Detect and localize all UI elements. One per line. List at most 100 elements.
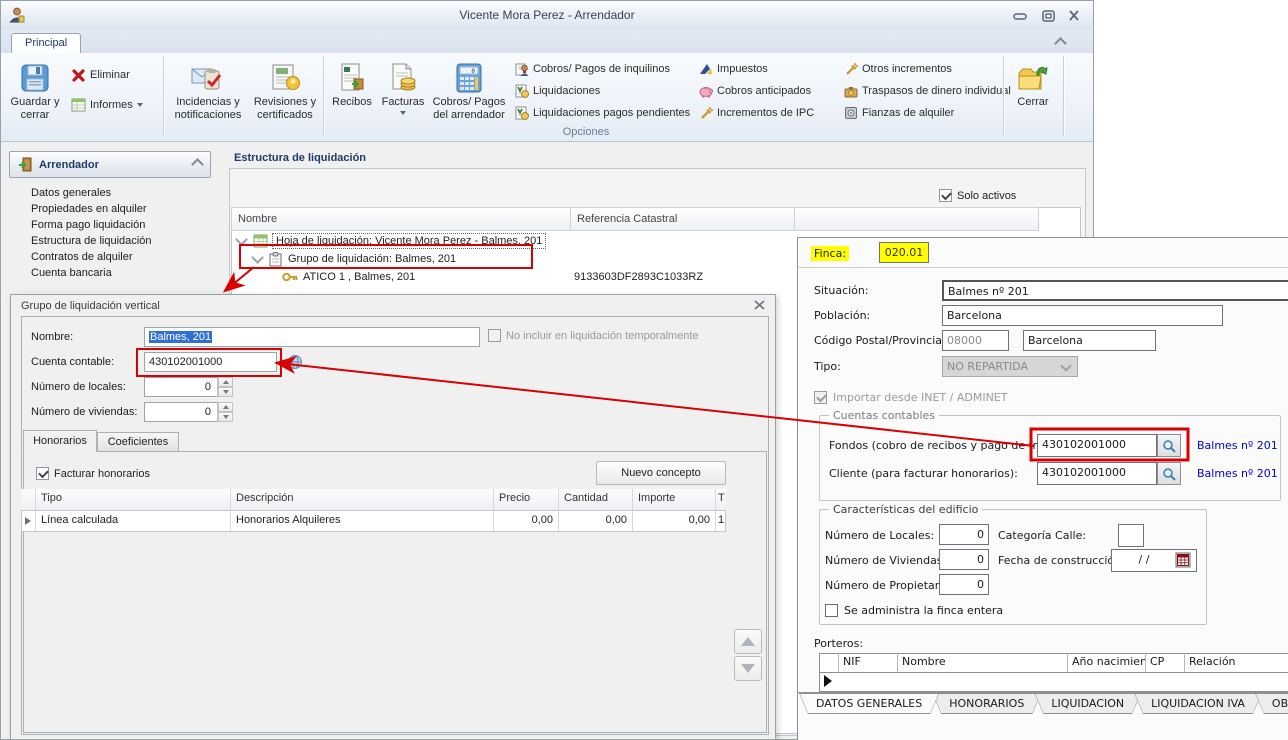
opcion-liquidaciones-pendientes[interactable]: Liquidaciones pagos pendientes xyxy=(515,105,690,121)
cell-descripcion[interactable]: Honorarios Alquileres xyxy=(231,511,494,531)
p-locales-input[interactable]: 0 xyxy=(939,524,989,545)
ribbon-separator xyxy=(323,56,324,136)
finca-label: Finca: xyxy=(811,246,849,261)
situacion-input[interactable]: Balmes nº 201 xyxy=(942,280,1288,301)
col-relacion[interactable]: Relación xyxy=(1185,653,1288,673)
col-nif[interactable]: NIF xyxy=(839,653,898,673)
column-header-referencia[interactable]: Referencia Catastral xyxy=(570,207,795,231)
sidebar-item-forma-pago[interactable]: Forma pago liquidación xyxy=(31,217,201,233)
tab-honorarios-panel[interactable]: HONORARIOS xyxy=(932,693,1041,714)
sidebar-item-datos-generales[interactable]: Datos generales xyxy=(31,185,201,201)
fondos-link[interactable]: Balmes nº 201 xyxy=(1197,439,1278,452)
sheet-icon xyxy=(253,234,268,248)
tab-liquidacion[interactable]: LIQUIDACION xyxy=(1034,693,1141,714)
col-precio[interactable]: Precio xyxy=(494,489,559,511)
col-ano-nacimiento[interactable]: Año nacimiento xyxy=(1068,653,1146,673)
nombre-label: Nombre: xyxy=(31,331,73,343)
recibos-button[interactable]: Recibos xyxy=(328,55,376,137)
incidencias-button[interactable]: Incidencias y notificaciones xyxy=(169,55,247,137)
expander-icon[interactable] xyxy=(251,251,264,264)
tab-principal[interactable]: Principal xyxy=(11,33,81,54)
cuenta-contable-input[interactable]: 430102001000 xyxy=(144,352,277,372)
cobros-arrendador-button[interactable]: 0 Cobros/ Pagos del arrendador xyxy=(429,55,509,137)
administra-finca-checkbox[interactable]: Se administra la finca entera xyxy=(825,604,1003,617)
column-header-blank[interactable] xyxy=(794,207,1039,231)
opcion-cobros-anticipados[interactable]: Cobros anticipados xyxy=(699,83,811,99)
sidebar-item-propiedades[interactable]: Propiedades en alquiler xyxy=(31,201,201,217)
provincia-input[interactable]: Barcelona xyxy=(1023,330,1156,351)
categoria-calle-input[interactable] xyxy=(1118,524,1144,547)
opcion-impuestos[interactable]: Impuestos xyxy=(699,61,768,77)
restore-button[interactable] xyxy=(1037,8,1059,23)
tab-honorarios[interactable]: Honorarios xyxy=(23,430,97,452)
p-propietarios-input[interactable]: 0 xyxy=(939,574,989,595)
revisiones-button[interactable]: Revisiones y certificados xyxy=(249,55,321,137)
p-viviendas-input[interactable]: 0 xyxy=(939,549,989,570)
tab-observaciones[interactable]: OBSERVACIONES xyxy=(1255,693,1288,714)
eliminar-button[interactable]: Eliminar xyxy=(71,67,130,83)
move-down-button[interactable] xyxy=(734,656,762,681)
sidebar-item-contratos[interactable]: Contratos de alquiler xyxy=(31,249,201,265)
col-nombre[interactable]: Nombre xyxy=(898,653,1068,673)
nuevo-concepto-button[interactable]: Nuevo concepto xyxy=(596,461,726,485)
informes-button[interactable]: Informes xyxy=(71,97,143,113)
col-descripcion[interactable]: Descripción xyxy=(231,489,494,511)
opcion-liquidaciones[interactable]: Liquidaciones xyxy=(515,83,600,99)
tab-coeficientes[interactable]: Coeficientes xyxy=(97,432,179,452)
viviendas-spinner[interactable] xyxy=(217,402,233,422)
opcion-traspasos[interactable]: Traspasos de dinero individual xyxy=(844,83,1011,99)
tree-row-atico[interactable]: ATICO 1 , Balmes, 201 xyxy=(282,268,415,286)
cliente-link[interactable]: Balmes nº 201 xyxy=(1197,467,1278,480)
nombre-input[interactable]: Balmes, 201 xyxy=(144,327,480,347)
poblacion-input[interactable]: Barcelona xyxy=(942,305,1223,326)
cell-importe[interactable]: 0,00 xyxy=(633,511,716,531)
situacion-label: Situación: xyxy=(814,284,869,297)
opcion-fianzas[interactable]: Fianzas de alquiler xyxy=(844,105,954,121)
ribbon-collapse-icon[interactable] xyxy=(1056,39,1065,51)
calendar-icon[interactable] xyxy=(1175,552,1191,571)
report-icon xyxy=(71,98,86,112)
tree-row-hoja[interactable]: Hoja de liquidación: Vicente Mora Perez … xyxy=(237,232,545,250)
finca-value[interactable]: 020.01 xyxy=(879,242,929,263)
cell-precio[interactable]: 0,00 xyxy=(494,511,559,531)
facturar-honorarios-checkbox[interactable]: Facturar honorarios xyxy=(36,467,150,480)
move-up-button[interactable] xyxy=(734,629,762,654)
cliente-search-icon[interactable] xyxy=(1157,462,1181,485)
fondos-input[interactable]: 430102001000 xyxy=(1037,434,1157,457)
cliente-input[interactable]: 430102001000 xyxy=(1037,462,1157,485)
cell-cantidad[interactable]: 0,00 xyxy=(559,511,633,531)
fondos-search-icon[interactable] xyxy=(1157,434,1181,457)
no-incluir-checkbox[interactable]: No incluir en liquidación temporalmente xyxy=(488,329,699,342)
col-tipo[interactable]: Tipo xyxy=(36,489,231,511)
opcion-cobros-inquilinos[interactable]: Cobros/ Pagos de inquilinos xyxy=(515,61,670,77)
cp-input[interactable]: 08000 xyxy=(942,330,1009,351)
sidebar-item-cuenta-bancaria[interactable]: Cuenta bancaria xyxy=(31,265,201,281)
cell-tipo[interactable]: Línea calculada xyxy=(36,511,231,531)
sidebar-item-estructura[interactable]: Estructura de liquidación xyxy=(31,233,201,249)
opcion-incrementos-ipc[interactable]: Incrementos de IPC xyxy=(699,105,814,121)
solo-activos-checkbox[interactable]: Solo activos xyxy=(939,189,1016,202)
dialog-close-icon[interactable] xyxy=(754,300,765,313)
locales-spinner[interactable] xyxy=(217,377,233,397)
tree-row-grupo[interactable]: Grupo de liquidación: Balmes, 201 xyxy=(253,250,456,268)
minimize-button[interactable] xyxy=(1009,8,1031,23)
col-cp[interactable]: CP xyxy=(1146,653,1185,673)
tab-liquidacion-iva[interactable]: LIQUIDACION IVA xyxy=(1134,693,1262,714)
tipo-select[interactable]: NO REPARTIDA xyxy=(942,356,1078,377)
facturas-button[interactable]: Facturas xyxy=(377,55,429,137)
close-folder-icon xyxy=(1017,55,1049,93)
solo-activos-label: Solo activos xyxy=(957,190,1016,202)
globe-icon[interactable] xyxy=(287,354,303,373)
opcion-otros-incrementos[interactable]: Otros incrementos xyxy=(844,61,952,77)
col-cantidad[interactable]: Cantidad xyxy=(559,489,633,511)
expander-icon[interactable] xyxy=(235,233,248,246)
tab-datos-generales[interactable]: DATOS GENERALES xyxy=(799,693,939,714)
col-importe[interactable]: Importe xyxy=(633,489,716,511)
column-header-nombre[interactable]: Nombre xyxy=(231,207,571,231)
tipo-label: Tipo: xyxy=(814,360,841,373)
close-button[interactable] xyxy=(1063,8,1085,23)
importar-inet-checkbox[interactable]: Importar desde INET / ADMINET xyxy=(814,391,1007,404)
cerrar-button[interactable]: Cerrar xyxy=(1007,55,1059,137)
sidebar-header-arrendador[interactable]: Arrendador xyxy=(9,151,211,178)
guardar-cerrar-button[interactable]: Guardar y cerrar xyxy=(7,55,63,137)
